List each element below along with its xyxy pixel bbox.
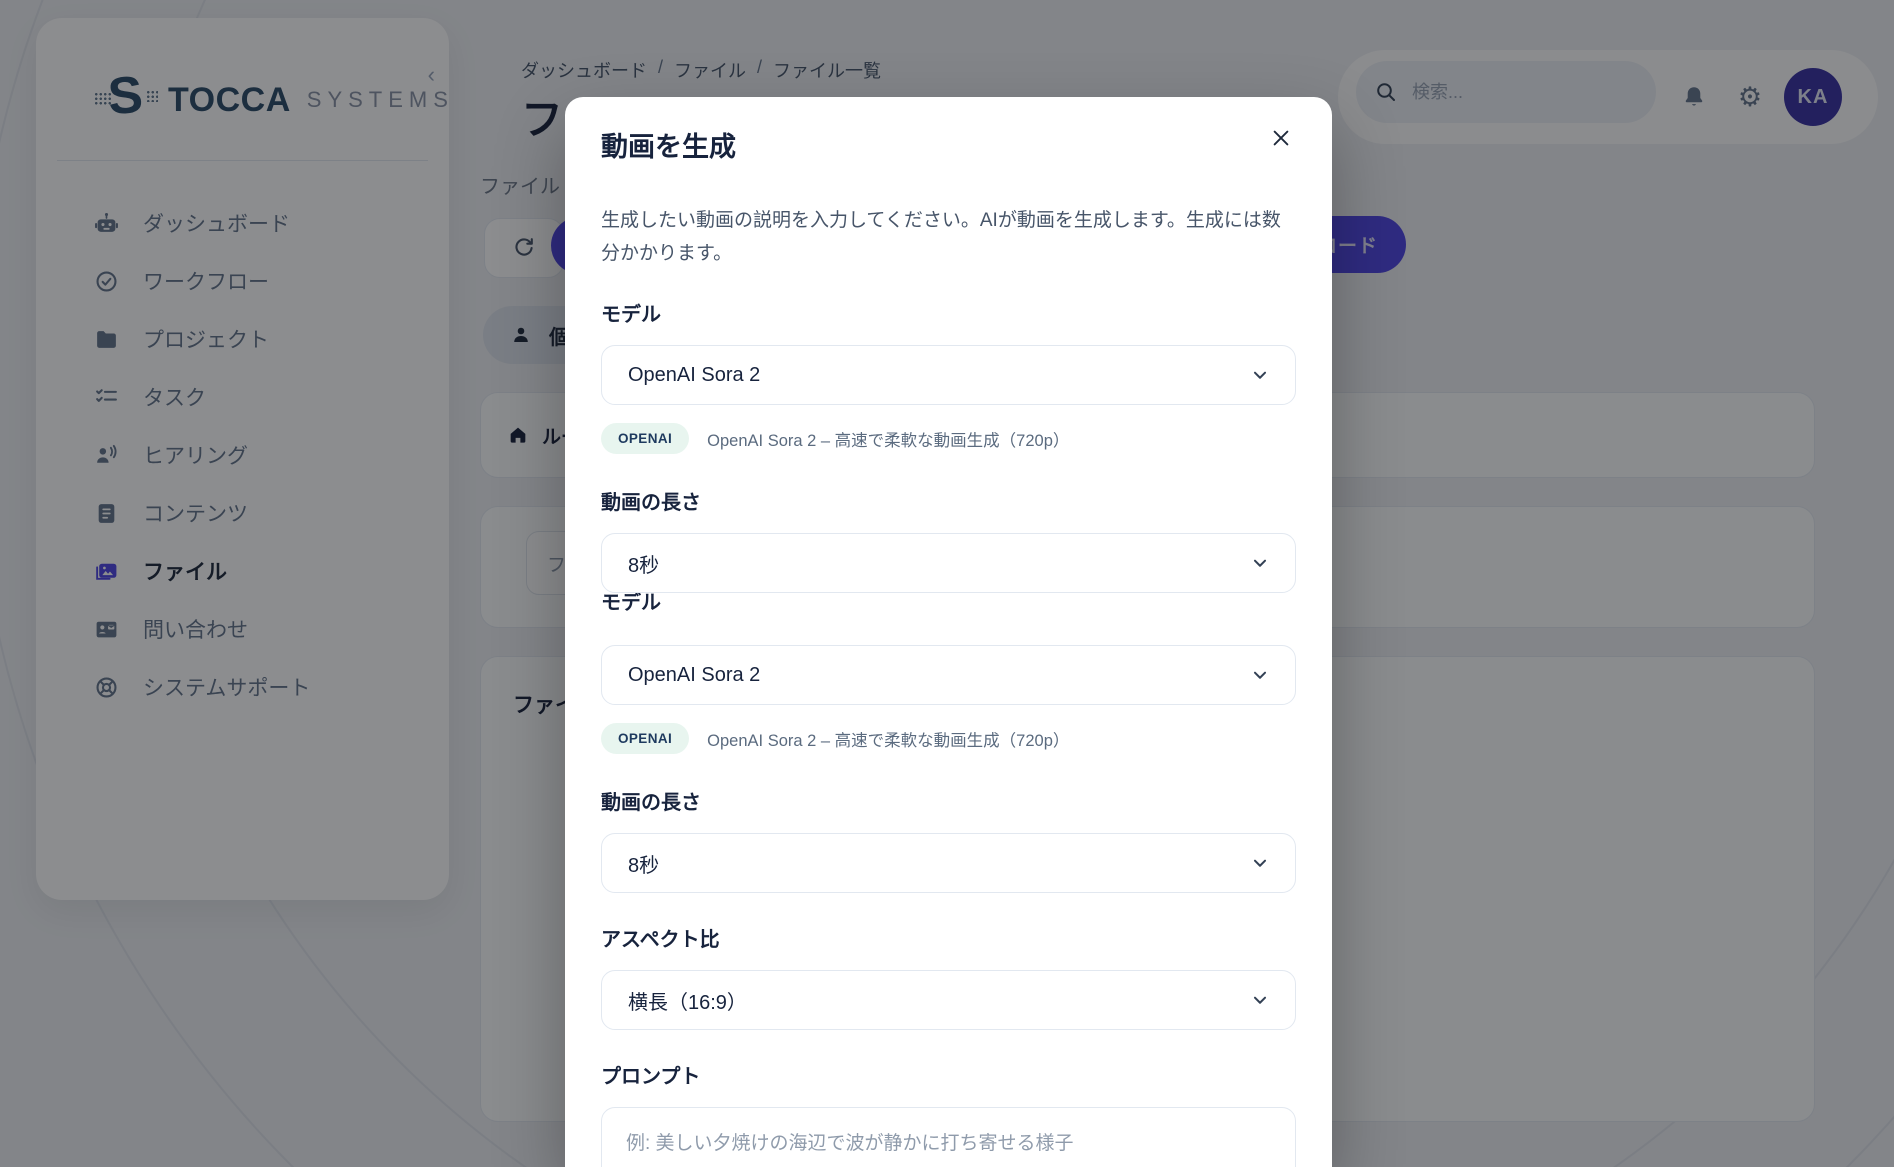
model-label: モデル — [601, 298, 1296, 327]
generate-video-modal: 動画を生成 生成したい動画の説明を入力してください。AIが動画を生成します。生成… — [565, 97, 1332, 1167]
model-description-text: OpenAI Sora 2 – 高速で柔軟な動画生成（720p） — [707, 727, 1069, 751]
chevron-down-icon — [1249, 664, 1271, 686]
aspect-ratio-label: アスペクト比 — [601, 923, 1296, 952]
modal-header: 動画を生成 — [601, 97, 1296, 164]
duration-select[interactable]: 8秒 — [601, 533, 1296, 593]
duration-select-value: 8秒 — [628, 849, 659, 878]
model-select[interactable]: OpenAI Sora 2 — [601, 345, 1296, 405]
prompt-label: プロンプト — [601, 1060, 1296, 1089]
aspect-ratio-select[interactable]: 横長（16:9） — [601, 970, 1296, 1030]
chevron-down-icon — [1249, 989, 1271, 1011]
model-info-row: OPENAI OpenAI Sora 2 – 高速で柔軟な動画生成（720p） — [601, 423, 1296, 454]
duration-label-duplicate: 動画の長さ — [601, 786, 1296, 815]
duration-select-duplicate[interactable]: 8秒 — [601, 833, 1296, 893]
modal-close-button[interactable] — [1266, 123, 1296, 153]
duration-select-value: 8秒 — [628, 549, 659, 578]
modal-description: 生成したい動画の説明を入力してください。AIが動画を生成します。生成には数分かか… — [601, 204, 1296, 270]
model-info-row-duplicate: OPENAI OpenAI Sora 2 – 高速で柔軟な動画生成（720p） — [601, 723, 1296, 754]
chevron-down-icon — [1249, 852, 1271, 874]
model-select-value: OpenAI Sora 2 — [628, 664, 760, 687]
close-icon — [1270, 127, 1292, 149]
modal-title: 動画を生成 — [601, 125, 736, 164]
model-select-value: OpenAI Sora 2 — [628, 364, 760, 387]
model-description-text: OpenAI Sora 2 – 高速で柔軟な動画生成（720p） — [707, 427, 1069, 451]
provider-badge: OPENAI — [601, 423, 689, 454]
provider-badge: OPENAI — [601, 723, 689, 754]
prompt-textarea[interactable] — [601, 1107, 1296, 1167]
chevron-down-icon — [1249, 364, 1271, 386]
aspect-ratio-select-value: 横長（16:9） — [628, 986, 747, 1015]
duration-label: 動画の長さ — [601, 486, 1296, 515]
model-select-duplicate[interactable]: OpenAI Sora 2 — [601, 645, 1296, 705]
chevron-down-icon — [1249, 552, 1271, 574]
